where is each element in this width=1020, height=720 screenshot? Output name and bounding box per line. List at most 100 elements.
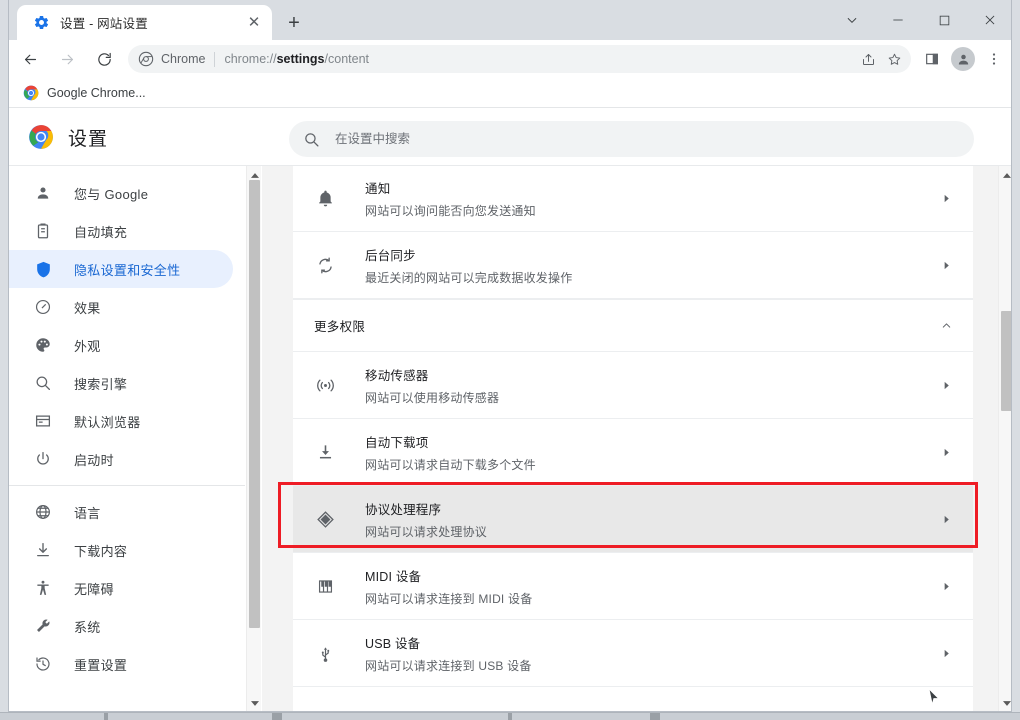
sidebar-item-default-browser[interactable]: 默认浏览器	[9, 402, 233, 440]
search-input[interactable]	[335, 132, 895, 146]
setting-row-usb-devices[interactable]: USB 设备 网站可以请求连接到 USB 设备	[293, 620, 973, 687]
sidebar-item-accessibility[interactable]: 无障碍	[9, 569, 233, 607]
content-scrollbar[interactable]	[998, 166, 1012, 712]
sidebar-item-label: 效果	[74, 298, 101, 317]
setting-row-protocol-handlers[interactable]: 协议处理程序 网站可以请求处理协议	[293, 486, 973, 553]
star-icon[interactable]	[881, 46, 907, 72]
close-icon[interactable]: ✕	[244, 13, 264, 33]
setting-title: MIDI 设备	[365, 566, 935, 585]
profile-avatar-icon[interactable]	[951, 47, 975, 71]
bookmark-item[interactable]: Google Chrome...	[16, 82, 153, 104]
chrome-logo-icon	[23, 85, 39, 101]
sidebar-item-on-startup[interactable]: 启动时	[9, 440, 233, 478]
setting-title: 移动传感器	[365, 365, 935, 384]
setting-row-serial-ports[interactable]: 串行端口	[293, 687, 973, 712]
setting-row-midi-devices[interactable]: MIDI 设备 网站可以请求连接到 MIDI 设备	[293, 553, 973, 620]
setting-subtitle: 网站可以请求自动下载多个文件	[365, 456, 935, 473]
setting-title: 通知	[365, 178, 935, 197]
minimize-button[interactable]	[875, 0, 921, 40]
scroll-down-arrow-icon[interactable]	[247, 696, 262, 710]
settings-content-panel: 通知 网站可以询问能否向您发送通知	[262, 166, 998, 712]
setting-subtitle: 最近关闭的网站可以完成数据收发操作	[365, 269, 935, 286]
chevron-right-icon[interactable]	[935, 642, 957, 664]
maximize-button[interactable]	[921, 0, 967, 40]
setting-title: 后台同步	[365, 245, 935, 264]
chevron-up-icon[interactable]	[935, 315, 957, 337]
sidebar-scrollbar[interactable]	[246, 166, 261, 712]
person-icon	[33, 183, 53, 203]
sidebar-item-reset-settings[interactable]: 重置设置	[9, 645, 233, 683]
sidebar-item-you-and-google[interactable]: 您与 Google	[9, 174, 233, 212]
tab-title: 设置 - 网站设置	[60, 13, 244, 32]
browser-window: 设置 - 网站设置 ✕ +	[8, 0, 1012, 712]
side-panel-icon[interactable]	[917, 44, 947, 74]
chevron-right-icon[interactable]	[935, 508, 957, 530]
sidebar-item-downloads[interactable]: 下载内容	[9, 531, 233, 569]
sidebar-scroll-thumb[interactable]	[249, 180, 260, 628]
setting-row-background-sync[interactable]: 后台同步 最近关闭的网站可以完成数据收发操作	[293, 232, 973, 299]
chevron-right-icon[interactable]	[935, 254, 957, 276]
chevron-right-icon[interactable]	[935, 441, 957, 463]
settings-sidebar: 您与 Google 自动填充 隐私设置和安全性	[9, 166, 245, 712]
tab-search-icon[interactable]	[829, 0, 875, 40]
sidebar-item-search-engine[interactable]: 搜索引擎	[9, 364, 233, 402]
setting-row-text: 移动传感器 网站可以使用移动传感器	[365, 365, 935, 406]
new-tab-button[interactable]: +	[281, 10, 307, 36]
chrome-logo-icon	[28, 124, 54, 150]
search-icon	[303, 131, 320, 148]
omnibox-actions	[855, 45, 907, 73]
permissions-card: 通知 网站可以询问能否向您发送通知	[293, 166, 973, 712]
taskbar-segment	[272, 713, 282, 720]
usb-icon	[314, 642, 336, 664]
omnibox-url: chrome://settings/content	[224, 52, 369, 66]
settings-header: 设置	[9, 109, 1012, 165]
scroll-down-arrow-icon[interactable]	[999, 696, 1012, 710]
url-bold: settings	[277, 52, 325, 66]
settings-gear-icon	[33, 14, 50, 31]
bell-icon	[314, 187, 336, 209]
settings-search-box[interactable]	[289, 121, 974, 157]
taskbar-segment	[650, 713, 660, 720]
setting-subtitle: 网站可以询问能否向您发送通知	[365, 202, 935, 219]
sidebar-item-privacy-and-security[interactable]: 隐私设置和安全性	[9, 250, 233, 288]
setting-row-text: 协议处理程序 网站可以请求处理协议	[365, 499, 935, 540]
setting-row-notifications[interactable]: 通知 网站可以询问能否向您发送通知	[293, 166, 973, 232]
chevron-right-icon[interactable]	[935, 374, 957, 396]
sidebar-item-label: 语言	[74, 503, 101, 522]
sidebar-item-languages[interactable]: 语言	[9, 493, 233, 531]
address-bar[interactable]: Chrome chrome://settings/content	[128, 45, 911, 73]
setting-row-automatic-downloads[interactable]: 自动下载项 网站可以请求自动下载多个文件	[293, 419, 973, 486]
setting-subtitle: 网站可以请求连接到 USB 设备	[365, 657, 935, 674]
forward-button[interactable]	[51, 43, 83, 75]
omnibox-scheme-label: Chrome	[161, 52, 205, 66]
chevron-right-icon[interactable]	[935, 575, 957, 597]
chevron-right-icon[interactable]	[935, 187, 957, 209]
reload-button[interactable]	[88, 43, 120, 75]
globe-icon	[33, 502, 53, 522]
window-controls	[829, 0, 1012, 40]
back-button[interactable]	[14, 43, 46, 75]
sidebar-item-appearance[interactable]: 外观	[9, 326, 233, 364]
setting-subtitle: 网站可以使用移动传感器	[365, 389, 935, 406]
share-icon[interactable]	[855, 46, 881, 72]
url-suffix: /content	[325, 52, 369, 66]
section-header-more-permissions[interactable]: 更多权限	[293, 299, 973, 352]
power-icon	[33, 449, 53, 469]
mouse-cursor	[928, 688, 940, 706]
sidebar-item-system[interactable]: 系统	[9, 607, 233, 645]
close-window-button[interactable]	[967, 0, 1012, 40]
sidebar-item-label: 重置设置	[74, 655, 127, 674]
content-scroll-thumb[interactable]	[1001, 311, 1012, 411]
sidebar-item-autofill[interactable]: 自动填充	[9, 212, 233, 250]
setting-row-motion-sensors[interactable]: 移动传感器 网站可以使用移动传感器	[293, 352, 973, 419]
settings-body: 您与 Google 自动填充 隐私设置和安全性	[9, 165, 1012, 711]
sidebar-item-performance[interactable]: 效果	[9, 288, 233, 326]
sidebar-item-label: 默认浏览器	[74, 412, 141, 431]
screen: 设置 - 网站设置 ✕ +	[0, 0, 1020, 720]
scroll-up-arrow-icon[interactable]	[999, 168, 1012, 182]
setting-row-text: USB 设备 网站可以请求连接到 USB 设备	[365, 633, 935, 674]
three-dot-menu-icon[interactable]	[979, 44, 1009, 74]
browser-tab[interactable]: 设置 - 网站设置 ✕	[17, 5, 272, 40]
section-title: 更多权限	[314, 316, 935, 335]
taskbar-segment	[104, 713, 108, 720]
